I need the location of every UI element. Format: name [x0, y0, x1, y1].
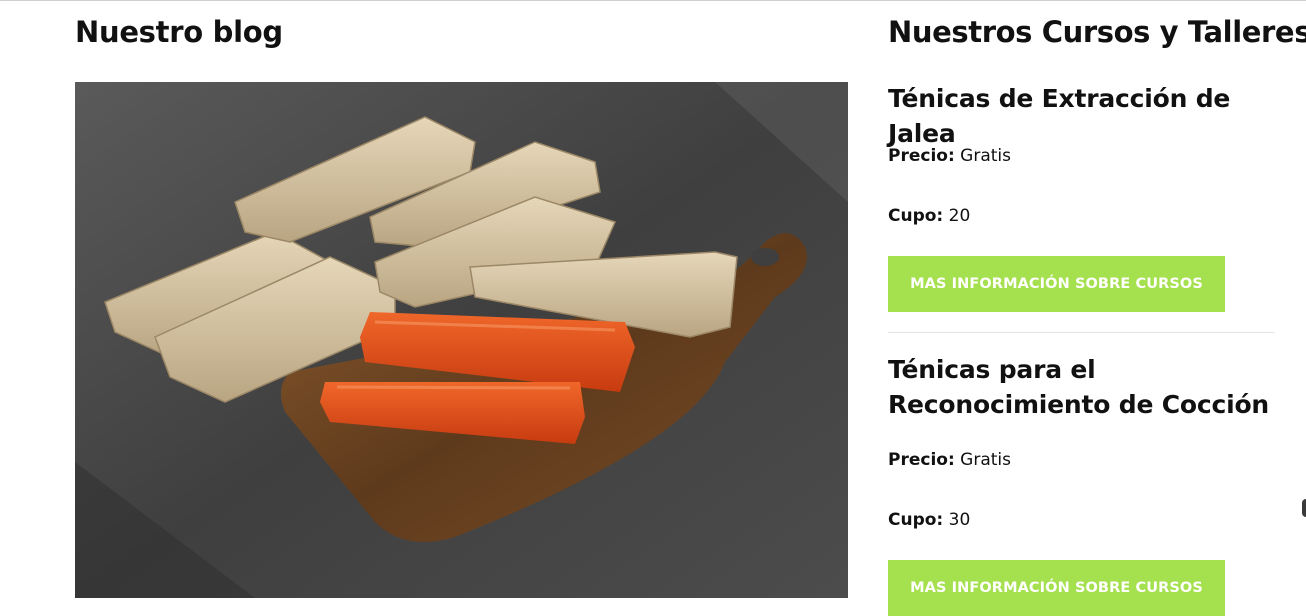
courses-section-title: Nuestros Cursos y Talleres	[888, 15, 1306, 49]
blog-section-title: Nuestro blog	[75, 15, 283, 49]
capacity-value: 20	[948, 206, 971, 226]
more-info-button[interactable]: MAS INFORMACIÓN SOBRE CURSOS	[888, 256, 1225, 312]
course-title[interactable]: Ténicas de Extracción de Jalea	[888, 81, 1275, 151]
blog-post-image[interactable]	[75, 82, 848, 598]
course-price: Precio: Gratis	[888, 448, 1011, 472]
floating-widget-edge[interactable]	[1302, 499, 1306, 517]
course-capacity: Cupo: 20	[888, 204, 970, 228]
course-divider	[888, 332, 1275, 333]
course-capacity: Cupo: 30	[888, 508, 970, 532]
capacity-label: Cupo:	[888, 206, 944, 226]
top-border	[0, 0, 1306, 1]
course-card: Ténicas de Extracción de Jalea Precio: G…	[888, 81, 1275, 312]
price-value: Gratis	[960, 146, 1011, 166]
price-value: Gratis	[960, 450, 1011, 470]
course-card: Ténicas para el Reconocimiento de Cocció…	[888, 352, 1275, 616]
course-title[interactable]: Ténicas para el Reconocimiento de Cocció…	[888, 352, 1275, 422]
capacity-value: 30	[948, 510, 971, 530]
price-label: Precio:	[888, 450, 955, 470]
price-label: Precio:	[888, 146, 955, 166]
more-info-button[interactable]: MAS INFORMACIÓN SOBRE CURSOS	[888, 560, 1225, 616]
capacity-label: Cupo:	[888, 510, 944, 530]
course-price: Precio: Gratis	[888, 144, 1011, 168]
